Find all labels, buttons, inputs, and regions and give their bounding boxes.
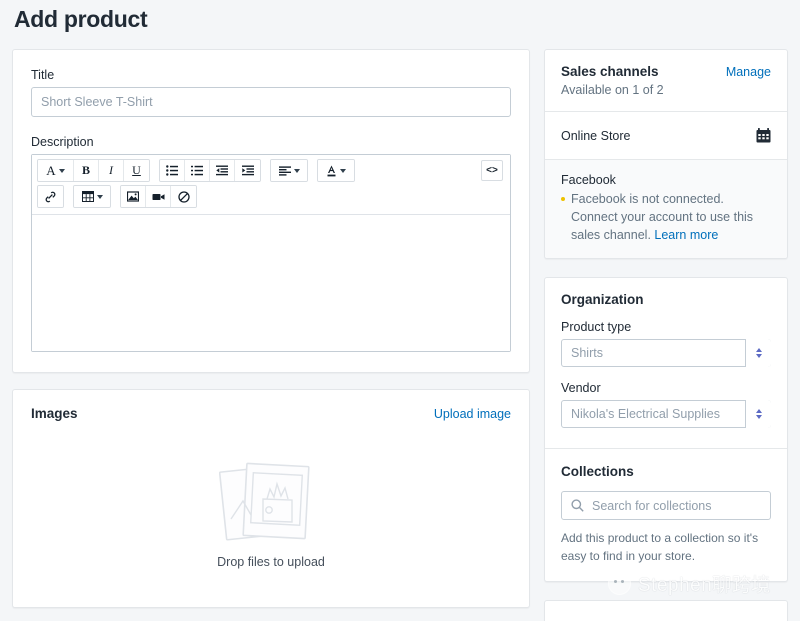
- product-type-select[interactable]: Shirts: [561, 339, 771, 367]
- toolbar-row-1: A B I U: [37, 159, 505, 182]
- page-title: Add product: [14, 6, 147, 33]
- organization-heading: Organization: [561, 292, 771, 307]
- description-field-label: Description: [31, 135, 511, 149]
- image-icon: [127, 191, 139, 202]
- vendor-label: Vendor: [561, 381, 771, 395]
- facebook-notice: Facebook Facebook is not connected. Conn…: [545, 159, 787, 258]
- facebook-title: Facebook: [561, 173, 771, 187]
- sidebar-column: Sales channels Manage Available on 1 of …: [544, 49, 788, 621]
- title-input[interactable]: [31, 87, 511, 117]
- insert-table-dropdown-button[interactable]: [74, 186, 110, 207]
- image-dropzone[interactable]: Drop files to upload: [13, 432, 529, 593]
- manage-sales-channels-link[interactable]: Manage: [726, 65, 771, 79]
- indent-button[interactable]: [235, 160, 260, 181]
- collections-help-text: Add this product to a collection so it's…: [561, 529, 771, 565]
- chevron-up-icon: [756, 348, 762, 352]
- chevron-down-icon: [340, 169, 346, 173]
- facebook-message: Facebook is not connected. Connect your …: [571, 190, 771, 244]
- chevron-down-icon: [756, 415, 762, 419]
- collections-section: Collections Search for collections Add t…: [545, 449, 787, 581]
- vendor-select[interactable]: Nikola's Electrical Supplies: [561, 400, 771, 428]
- chevron-down-icon: [59, 169, 65, 173]
- sales-channels-availability: Available on 1 of 2: [561, 83, 771, 97]
- toolbar-group-media: [120, 185, 197, 208]
- images-card: Images Upload image: [12, 389, 530, 608]
- facebook-learn-more-link[interactable]: Learn more: [654, 228, 718, 242]
- align-left-icon: [279, 166, 291, 176]
- chevron-down-icon: [294, 169, 300, 173]
- description-text-area[interactable]: [32, 215, 510, 351]
- indent-icon: [242, 165, 254, 176]
- vendor-stepper[interactable]: [745, 400, 771, 428]
- italic-button[interactable]: I: [99, 160, 124, 181]
- text-align-dropdown-button[interactable]: [271, 160, 307, 181]
- add-product-page: Add product Title Description A: [0, 0, 800, 621]
- images-card-header: Images Upload image: [31, 406, 511, 421]
- chevron-down-icon: [756, 354, 762, 358]
- next-sidebar-card: [544, 600, 788, 621]
- font-format-dropdown-button[interactable]: A: [38, 160, 74, 181]
- product-type-value[interactable]: Shirts: [561, 339, 771, 367]
- toolbar-group-link: [37, 185, 64, 208]
- organization-section: Organization Product type Shirts Vendor …: [545, 278, 787, 448]
- chevron-down-icon: [97, 195, 103, 199]
- collections-search-placeholder: Search for collections: [592, 499, 712, 513]
- toolbar-row-2: [37, 185, 505, 208]
- warning-dot-icon: [561, 197, 565, 201]
- search-icon: [571, 499, 584, 512]
- sales-channels-card: Sales channels Manage Available on 1 of …: [544, 49, 788, 259]
- description-editor: A B I U: [31, 154, 511, 352]
- photo-placeholder-icon: [219, 457, 324, 549]
- toolbar-group-color: [317, 159, 355, 182]
- text-color-icon: [326, 165, 337, 177]
- insert-link-button[interactable]: [38, 186, 63, 207]
- calendar-icon[interactable]: [756, 128, 771, 143]
- video-icon: [152, 192, 165, 202]
- sales-channels-header: Sales channels Manage Available on 1 of …: [545, 50, 787, 111]
- underline-button[interactable]: U: [124, 160, 149, 181]
- table-icon: [82, 191, 94, 202]
- toolbar-group-lists: [159, 159, 261, 182]
- collections-heading: Collections: [561, 464, 771, 479]
- toolbar-group-text-style: A B I U: [37, 159, 150, 182]
- link-icon: [44, 191, 57, 203]
- product-type-stepper[interactable]: [745, 339, 771, 367]
- title-field-label: Title: [31, 68, 511, 82]
- insert-image-button[interactable]: [121, 186, 146, 207]
- clear-formatting-button[interactable]: [171, 186, 196, 207]
- bulleted-list-button[interactable]: [160, 160, 185, 181]
- outdent-icon: [216, 165, 228, 176]
- outdent-button[interactable]: [210, 160, 235, 181]
- organization-card: Organization Product type Shirts Vendor …: [544, 277, 788, 582]
- numbered-list-button[interactable]: [185, 160, 210, 181]
- product-type-label: Product type: [561, 320, 771, 334]
- toolbar-group-align: [270, 159, 308, 182]
- bulleted-list-icon: [166, 165, 178, 176]
- collections-search-input[interactable]: Search for collections: [561, 491, 771, 520]
- sales-channels-heading: Sales channels: [561, 64, 659, 79]
- chevron-up-icon: [756, 409, 762, 413]
- clear-formatting-icon: [178, 191, 190, 203]
- text-color-dropdown-button[interactable]: [318, 160, 354, 181]
- upload-image-link[interactable]: Upload image: [434, 407, 511, 421]
- vendor-value[interactable]: Nikola's Electrical Supplies: [561, 400, 771, 428]
- numbered-list-icon: [191, 165, 203, 176]
- editor-toolbar: A B I U: [32, 155, 510, 215]
- html-code-view-button[interactable]: <>: [481, 160, 503, 181]
- drop-files-caption: Drop files to upload: [217, 555, 325, 569]
- product-details-card: Title Description A B: [12, 49, 530, 373]
- images-heading: Images: [31, 406, 78, 421]
- main-column: Title Description A B: [12, 49, 530, 608]
- insert-video-button[interactable]: [146, 186, 171, 207]
- sales-channel-row-online-store[interactable]: Online Store: [545, 112, 787, 159]
- toolbar-group-table: [73, 185, 111, 208]
- channel-name: Online Store: [561, 129, 630, 143]
- bold-button[interactable]: B: [74, 160, 99, 181]
